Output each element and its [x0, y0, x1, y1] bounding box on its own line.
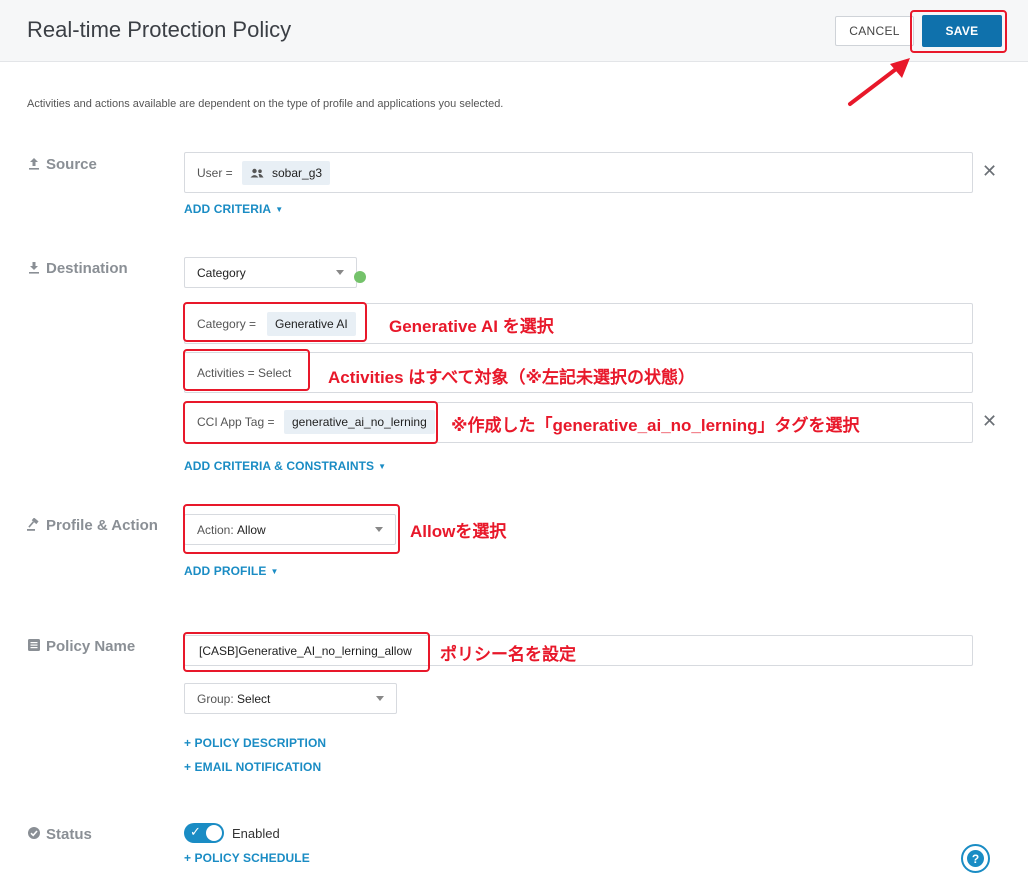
add-profile-text: ADD PROFILE [184, 564, 267, 578]
close-icon[interactable]: ✕ [982, 161, 997, 182]
status-label-text: Status [46, 826, 92, 843]
policy-name-label-text: Policy Name [46, 638, 136, 655]
policy-name-annotation-box [183, 632, 430, 672]
action-annotation-box [183, 504, 400, 554]
save-annotation-box [910, 10, 1007, 53]
activities-annotation-text: Activities はすべて対象（※左記未選択の状態） [328, 368, 695, 387]
caret-down-icon: ▼ [275, 205, 284, 214]
caret-down-icon: ▼ [378, 462, 387, 471]
page-title: Real-time Protection Policy [27, 17, 292, 42]
destination-type-value: Category [197, 265, 246, 280]
destination-type-select[interactable]: Category [184, 257, 357, 288]
download-icon [27, 261, 41, 277]
source-label-text: Source [46, 156, 97, 173]
cancel-button[interactable]: CANCEL [835, 16, 914, 46]
caret-down-icon: ▼ [270, 567, 279, 576]
cci-annotation-text: ※作成した「generative_ai_no_lerning」タグを選択 [451, 416, 860, 435]
policy-name-annotation-text: ポリシー名を設定 [440, 645, 576, 664]
source-criteria-field[interactable]: User = sobar_g3 [184, 152, 973, 193]
destination-section-label: Destination [27, 260, 128, 277]
add-criteria-constraints-text: ADD CRITERIA & CONSTRAINTS [184, 459, 375, 473]
add-criteria-link[interactable]: ADD CRITERIA ▼ [184, 202, 283, 216]
source-section-label: Source [27, 156, 97, 173]
activities-annotation-box [183, 349, 310, 391]
check-icon: ✓ [190, 824, 201, 839]
email-notification-link[interactable]: + EMAIL NOTIFICATION [184, 760, 321, 774]
user-chip-text: sobar_g3 [272, 166, 323, 180]
profile-action-section-label: Profile & Action [27, 517, 158, 534]
status-section-label: Status [27, 826, 92, 843]
intro-text: Activities and actions available are dep… [27, 98, 504, 110]
list-icon [27, 639, 41, 654]
close-icon[interactable]: ✕ [982, 411, 997, 432]
gavel-icon [27, 517, 41, 534]
destination-label-text: Destination [46, 260, 128, 277]
action-annotation-text: Allowを選択 [410, 522, 507, 541]
status-toggle[interactable]: ✓ [184, 823, 224, 843]
add-profile-link[interactable]: ADD PROFILE ▼ [184, 564, 278, 578]
status-toggle-label: Enabled [232, 826, 280, 841]
user-criteria-label: User = [197, 166, 233, 180]
category-annotation-text: Generative AI を選択 [389, 317, 554, 336]
toggle-knob [206, 825, 222, 841]
annotation-arrow [848, 58, 910, 106]
policy-description-link[interactable]: + POLICY DESCRIPTION [184, 736, 326, 750]
check-circle-icon [27, 827, 41, 842]
policy-name-section-label: Policy Name [27, 638, 135, 655]
group-prefix: Group: [197, 691, 234, 706]
cci-annotation-box [183, 401, 438, 444]
group-select[interactable]: Group: Select [184, 683, 397, 714]
policy-schedule-link[interactable]: + POLICY SCHEDULE [184, 851, 310, 865]
add-criteria-constraints-link[interactable]: ADD CRITERIA & CONSTRAINTS ▼ [184, 459, 386, 473]
help-icon[interactable]: ? [961, 844, 990, 873]
status-dot [354, 271, 366, 283]
profile-action-label-text: Profile & Action [46, 517, 158, 534]
group-value: Select [237, 691, 271, 706]
category-annotation-box [183, 302, 367, 342]
chevron-down-icon [376, 696, 384, 701]
add-criteria-text: ADD CRITERIA [184, 202, 272, 216]
chevron-down-icon [336, 270, 344, 275]
user-chip[interactable]: sobar_g3 [242, 161, 331, 185]
upload-icon [27, 157, 41, 173]
users-icon [250, 168, 264, 178]
